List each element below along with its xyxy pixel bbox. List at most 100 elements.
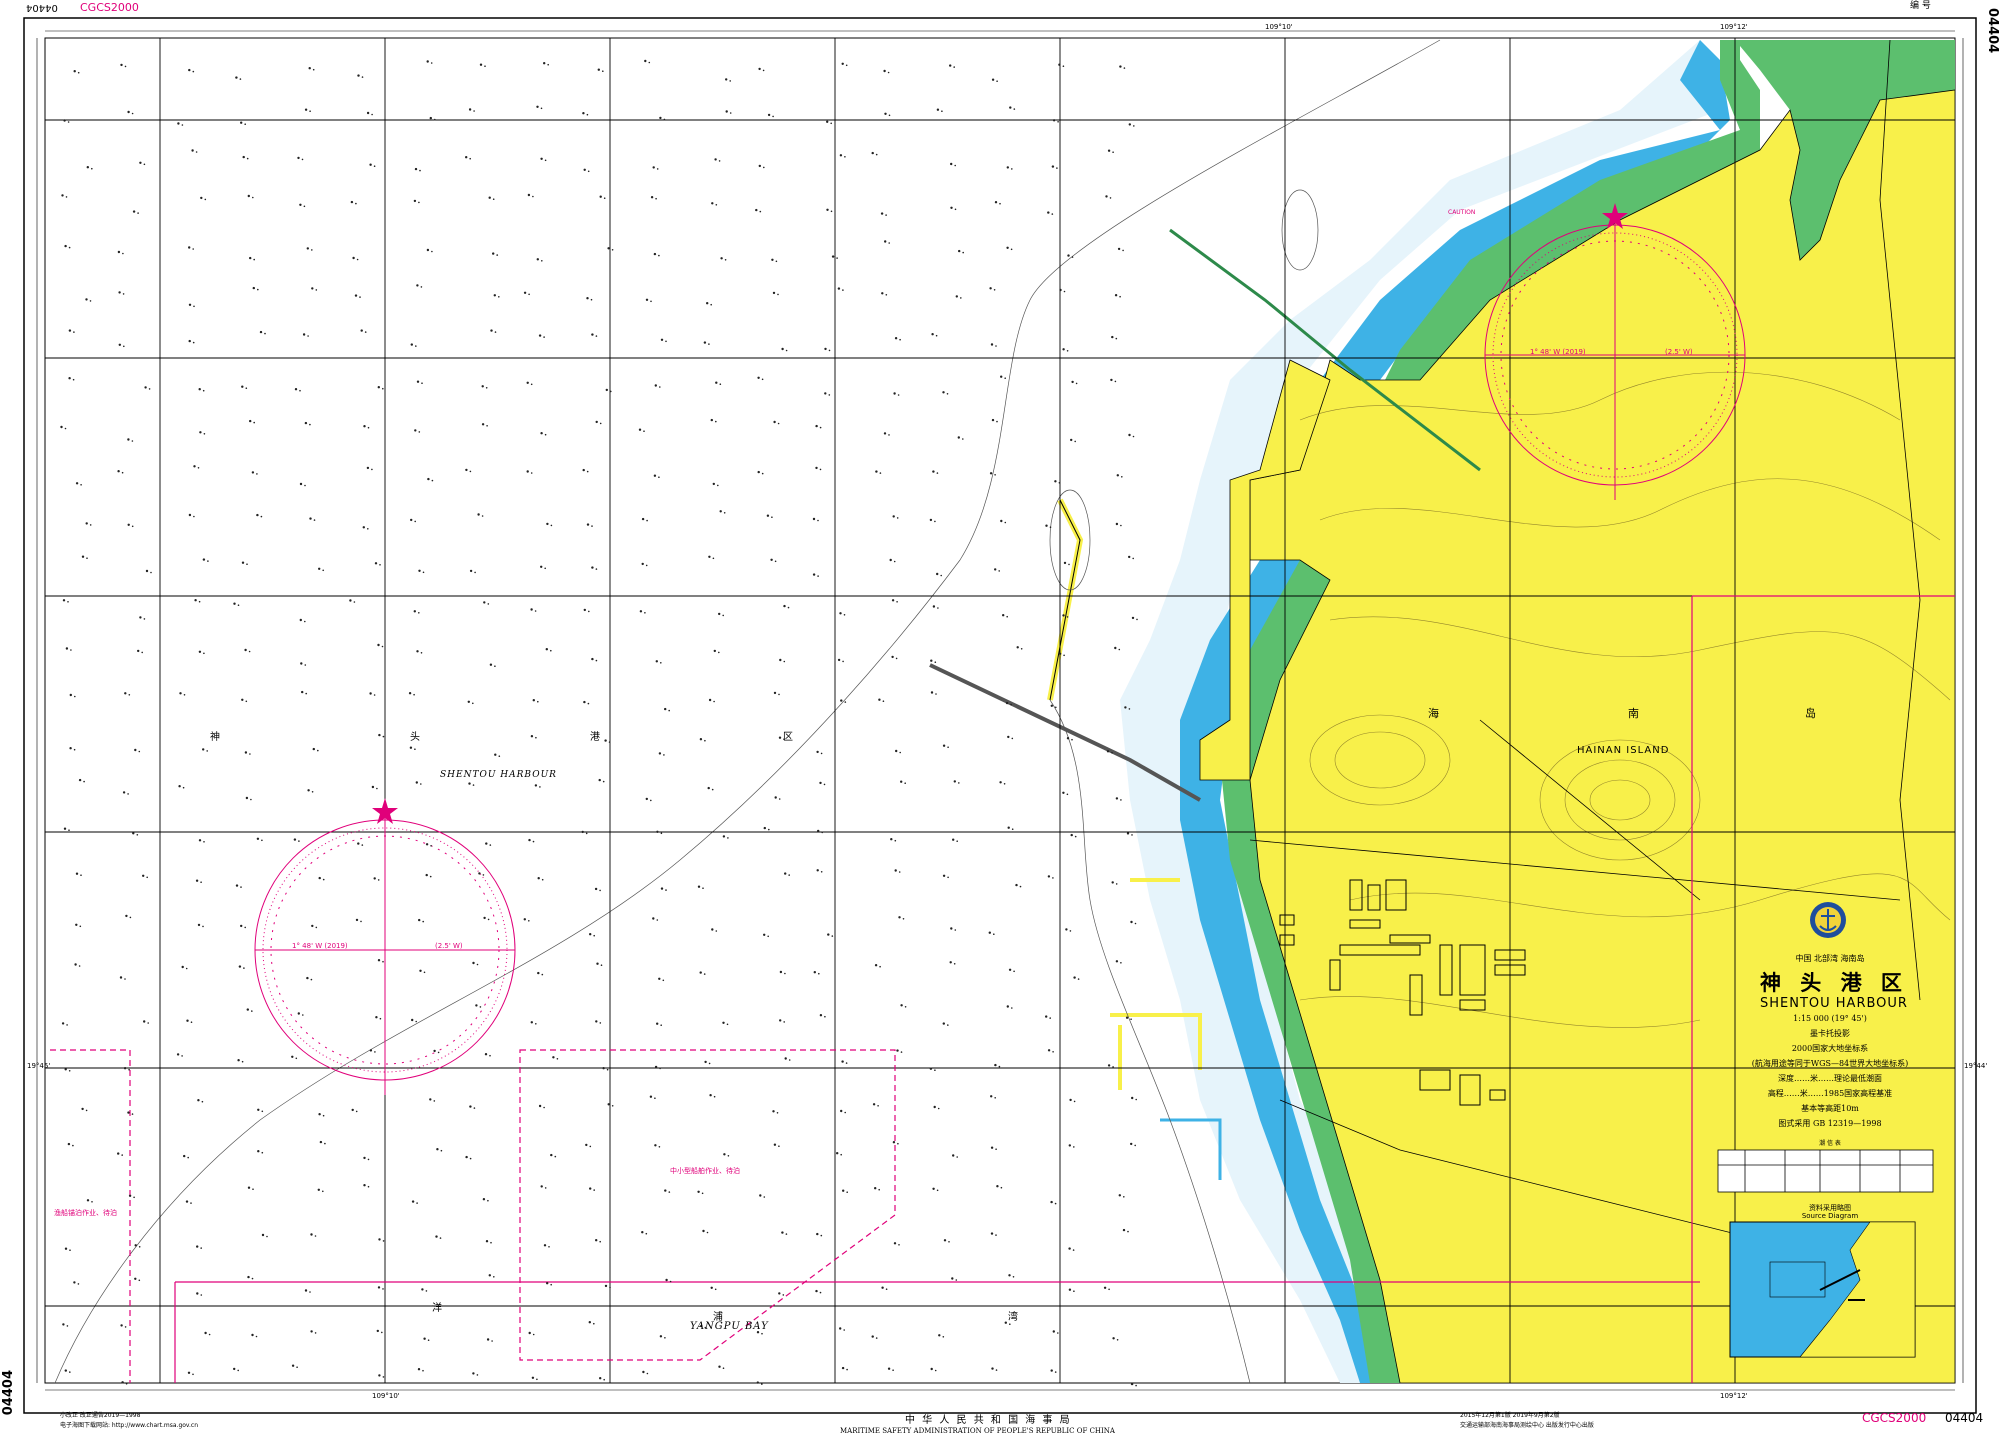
sounding-mark bbox=[241, 698, 244, 701]
sounding-mark bbox=[482, 874, 485, 876]
sounding-mark bbox=[882, 700, 885, 702]
sounding-mark bbox=[373, 165, 376, 167]
sounding-mark bbox=[422, 1369, 424, 1372]
sounding-mark bbox=[78, 778, 82, 782]
sounding-mark bbox=[840, 1109, 843, 1113]
sounding-mark bbox=[1112, 151, 1114, 153]
sounding-mark bbox=[593, 1322, 595, 1325]
sounding-mark bbox=[550, 1283, 552, 1286]
sounding-mark bbox=[74, 963, 77, 966]
sounding-mark bbox=[539, 786, 541, 788]
sounding-mark bbox=[784, 1057, 787, 1060]
sounding-mark bbox=[591, 333, 594, 336]
sounding-mark bbox=[722, 1021, 725, 1024]
sounding-mark bbox=[305, 692, 308, 695]
publisher-cn: 中 华 人 民 共 和 国 海 事 局 bbox=[905, 1415, 1072, 1426]
sounding-mark bbox=[72, 378, 75, 381]
sounding-mark bbox=[660, 662, 662, 664]
sounding-mark bbox=[839, 154, 843, 157]
sounding-mark bbox=[1047, 211, 1050, 214]
sounding-mark bbox=[836, 1152, 839, 1155]
sounding-mark bbox=[202, 558, 206, 561]
sounding-mark bbox=[758, 67, 761, 71]
sounding-mark bbox=[991, 418, 995, 422]
sounding-mark bbox=[955, 1279, 958, 1281]
sounding-mark bbox=[714, 1288, 717, 1291]
sounding-mark bbox=[773, 691, 777, 695]
rose-right-annual: (2.5' W) bbox=[1665, 348, 1693, 356]
sounding-mark bbox=[124, 692, 127, 695]
sounding-mark bbox=[410, 343, 413, 346]
sounding-mark bbox=[589, 1145, 592, 1148]
sounding-mark bbox=[369, 1049, 373, 1052]
sounding-mark bbox=[354, 294, 358, 297]
sounding-mark bbox=[436, 1148, 439, 1151]
sounding-mark bbox=[478, 872, 481, 875]
sounding-mark bbox=[237, 1059, 240, 1062]
sounding-mark bbox=[599, 422, 602, 425]
sounding-mark bbox=[783, 604, 786, 608]
sounding-mark bbox=[930, 1367, 933, 1371]
sounding-mark bbox=[1074, 440, 1076, 443]
sounding-mark bbox=[537, 877, 540, 880]
sounding-mark bbox=[302, 333, 306, 336]
sounding-mark bbox=[67, 121, 70, 123]
sounding-mark bbox=[1054, 480, 1057, 483]
sounding-mark bbox=[595, 1239, 598, 1242]
sounding-mark bbox=[488, 196, 491, 199]
sounding-mark bbox=[1128, 433, 1131, 437]
sounding-mark bbox=[77, 71, 80, 74]
sounding-mark bbox=[1010, 703, 1012, 706]
sounding-mark bbox=[69, 1371, 71, 1373]
sounding-mark bbox=[1071, 738, 1073, 741]
sounding-mark bbox=[467, 700, 470, 703]
sounding-mark bbox=[880, 212, 884, 215]
sounding-mark bbox=[934, 661, 937, 663]
sounding-mark bbox=[669, 1280, 672, 1283]
sounding-mark bbox=[204, 198, 207, 201]
sounding-mark bbox=[773, 1143, 777, 1146]
sounding-mark bbox=[842, 660, 844, 663]
sounding-mark bbox=[1068, 1144, 1072, 1147]
sounding-mark bbox=[1011, 737, 1014, 740]
sounding-mark bbox=[374, 562, 378, 565]
sounding-mark bbox=[1071, 256, 1074, 258]
sounding-mark bbox=[318, 1113, 321, 1116]
sounding-mark bbox=[936, 572, 939, 576]
sounding-mark bbox=[375, 1016, 378, 1019]
sounding-mark bbox=[473, 110, 475, 112]
sounding-mark bbox=[778, 736, 782, 739]
sounding-mark bbox=[898, 871, 901, 873]
sounding-mark bbox=[775, 260, 778, 263]
sounding-mark bbox=[771, 258, 774, 261]
sounding-mark bbox=[310, 1330, 313, 1333]
sounding-mark bbox=[844, 701, 847, 703]
sounding-mark bbox=[536, 1378, 538, 1381]
sounding-mark bbox=[237, 604, 240, 606]
sounding-mark bbox=[293, 838, 297, 841]
sounding-mark bbox=[188, 339, 191, 343]
sounding-mark bbox=[1045, 1015, 1048, 1018]
sounding-mark bbox=[308, 67, 311, 70]
rose-right-variation: 1° 48' W (2019) bbox=[1530, 348, 1586, 356]
sounding-mark bbox=[955, 295, 958, 298]
sounding-mark bbox=[778, 1145, 780, 1147]
sounding-mark bbox=[958, 782, 960, 784]
sounding-mark bbox=[787, 606, 790, 609]
sounding-mark bbox=[1130, 1382, 1134, 1386]
sounding-mark bbox=[884, 240, 887, 243]
sounding-mark bbox=[718, 612, 721, 616]
sounding-mark bbox=[715, 420, 717, 423]
sounding-mark bbox=[550, 649, 552, 652]
sounding-mark bbox=[894, 839, 897, 842]
sounding-mark bbox=[586, 523, 590, 526]
sounding-mark bbox=[415, 345, 417, 347]
sounding-mark bbox=[761, 472, 764, 475]
sounding-mark bbox=[646, 519, 648, 522]
rose-left-annual: (2.5' W) bbox=[435, 942, 463, 950]
sounding-mark bbox=[1119, 295, 1121, 298]
sounding-mark bbox=[1068, 1247, 1071, 1250]
sounding-mark bbox=[536, 105, 539, 109]
sounding-mark bbox=[956, 840, 958, 842]
small-print-right-2: 交通运输部海南海事局测绘中心 出版发行中心出版 bbox=[1460, 1422, 1594, 1429]
